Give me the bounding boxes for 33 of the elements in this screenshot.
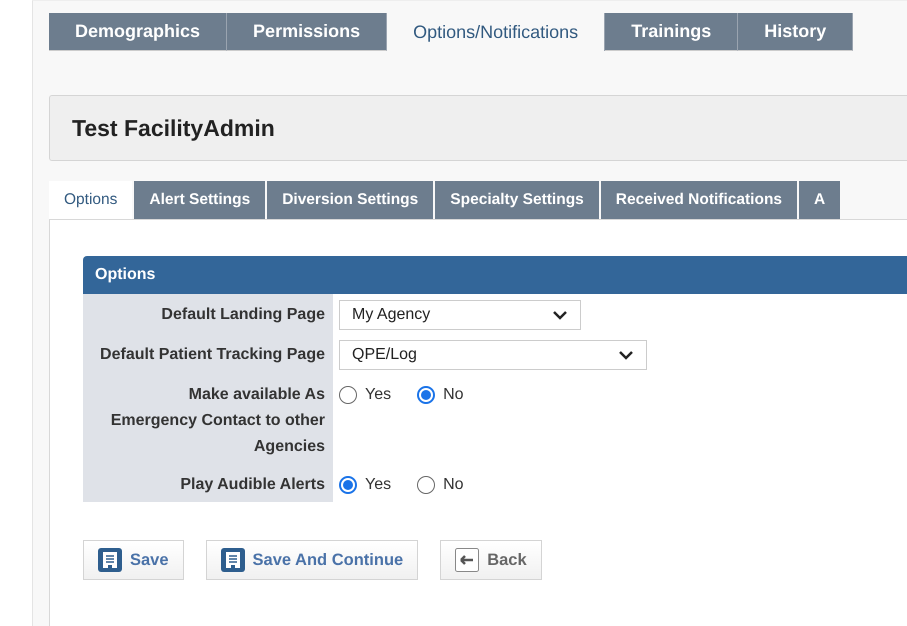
tab[interactable]: Permissions	[227, 13, 388, 51]
radio-button[interactable]	[339, 386, 357, 404]
radio-button[interactable]	[417, 386, 436, 404]
field-label: Default Landing Page	[83, 294, 333, 334]
radio-label[interactable]: Yes	[365, 386, 392, 404]
dropdown[interactable]: QPE/Log	[339, 340, 647, 370]
radio-label[interactable]: Yes	[365, 476, 392, 494]
save-icon	[220, 548, 245, 572]
tab[interactable]: Demographics	[49, 13, 228, 51]
tab[interactable]: Diversion Settings	[267, 181, 436, 219]
save-icon	[98, 548, 122, 572]
chevron-down-icon	[552, 310, 568, 320]
radio-label[interactable]: No	[443, 476, 464, 494]
tab[interactable]: Alert Settings	[134, 181, 268, 219]
tab[interactable]: A	[799, 181, 842, 219]
back-button[interactable]: Back	[440, 540, 542, 580]
radio-button[interactable]	[417, 476, 436, 494]
page-title: Test FacilityAdmin	[72, 114, 275, 142]
tab[interactable]: Received Notifications	[600, 181, 800, 219]
section-header: Options	[83, 256, 907, 294]
field-label: Default Patient Tracking Page	[83, 334, 333, 374]
tab[interactable]: Trainings	[605, 13, 738, 51]
tab[interactable]: Options	[49, 181, 134, 219]
save-button[interactable]: Save And Continue	[206, 540, 418, 580]
radio-label[interactable]: No	[443, 386, 464, 404]
tab[interactable]: History	[738, 13, 854, 51]
dropdown[interactable]: My Agency	[339, 300, 581, 330]
radio-button[interactable]	[339, 476, 357, 494]
save-button[interactable]: Save	[83, 540, 184, 580]
chevron-down-icon	[618, 350, 634, 360]
field-label: Make available As Emergency Contact to other Agencies	[83, 374, 333, 464]
tab[interactable]: Specialty Settings	[435, 181, 601, 219]
field-label: Play Audible Alerts	[83, 464, 333, 502]
